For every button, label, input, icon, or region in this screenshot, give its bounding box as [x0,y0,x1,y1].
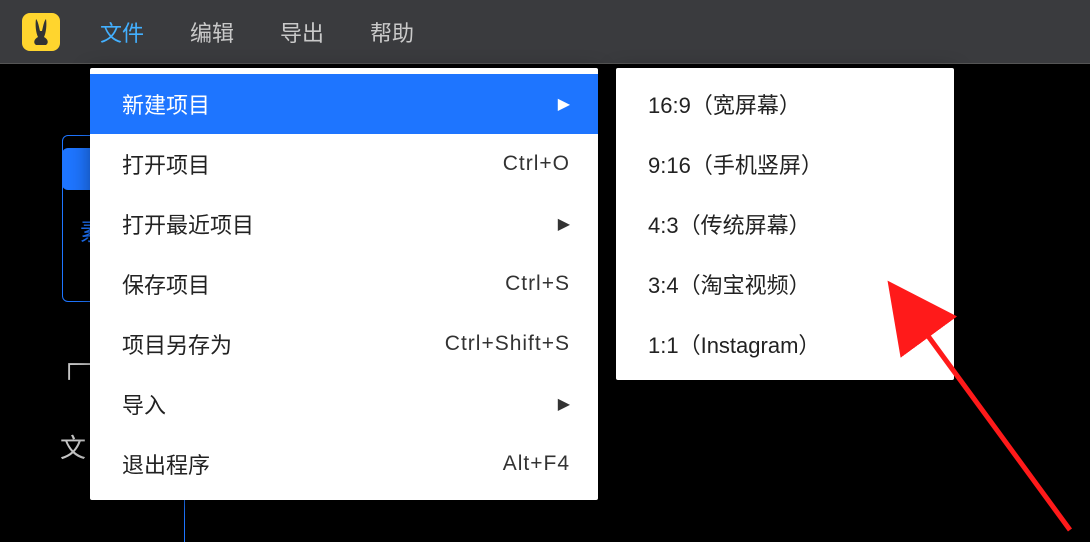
menu-item-label: 项目另存为 [122,328,232,360]
menu-item-shortcut: Ctrl+Shift+S [445,332,570,356]
menu-item-import[interactable]: 导入 ▶ [90,374,598,434]
menu-item-shortcut: Ctrl+O [503,152,570,176]
menu-item-label: 保存项目 [122,268,210,300]
submenu-item-3-4[interactable]: 3:4（淘宝视频） [616,254,954,314]
menu-item-label: 4:3（传统屏幕） [648,208,811,240]
rabbit-icon [30,17,52,47]
new-project-submenu: 16:9（宽屏幕） 9:16（手机竖屏） 4:3（传统屏幕） 3:4（淘宝视频）… [616,68,954,380]
menu-item-save-as[interactable]: 项目另存为 Ctrl+Shift+S [90,314,598,374]
menu-item-label: 1:1（Instagram） [648,328,820,360]
submenu-item-1-1[interactable]: 1:1（Instagram） [616,314,954,374]
menu-item-new-project[interactable]: 新建项目 ▶ [90,74,598,134]
menu-item-save-project[interactable]: 保存项目 Ctrl+S [90,254,598,314]
submenu-item-16-9[interactable]: 16:9（宽屏幕） [616,74,954,134]
menu-item-open-project[interactable]: 打开项目 Ctrl+O [90,134,598,194]
menu-item-open-recent[interactable]: 打开最近项目 ▶ [90,194,598,254]
menubar: 文件 编辑 导出 帮助 [0,0,1090,64]
submenu-item-9-16[interactable]: 9:16（手机竖屏） [616,134,954,194]
menubar-item-export[interactable]: 导出 [280,16,324,48]
app-logo-icon[interactable] [22,13,60,51]
menu-item-label: 导入 [122,388,166,420]
menu-item-label: 3:4（淘宝视频） [648,268,811,300]
menu-item-shortcut: Ctrl+S [505,272,570,296]
partial-glyph-2: 文 [60,428,86,465]
menu-item-shortcut: Alt+F4 [503,452,570,476]
menubar-item-help[interactable]: 帮助 [370,16,414,48]
menu-item-label: 打开项目 [122,148,210,180]
menu-item-label: 16:9（宽屏幕） [648,88,801,120]
submenu-arrow-icon: ▶ [558,94,570,114]
menu-item-exit[interactable]: 退出程序 Alt+F4 [90,434,598,494]
file-menu: 新建项目 ▶ 打开项目 Ctrl+O 打开最近项目 ▶ 保存项目 Ctrl+S … [90,68,598,500]
menubar-item-edit[interactable]: 编辑 [190,16,234,48]
submenu-arrow-icon: ▶ [558,214,570,234]
menu-item-label: 打开最近项目 [122,208,254,240]
menubar-item-file[interactable]: 文件 [100,16,144,48]
menu-item-label: 退出程序 [122,448,210,480]
submenu-arrow-icon: ▶ [558,394,570,414]
submenu-item-4-3[interactable]: 4:3（传统屏幕） [616,194,954,254]
menu-item-label: 9:16（手机竖屏） [648,148,823,180]
menu-item-label: 新建项目 [122,88,210,120]
